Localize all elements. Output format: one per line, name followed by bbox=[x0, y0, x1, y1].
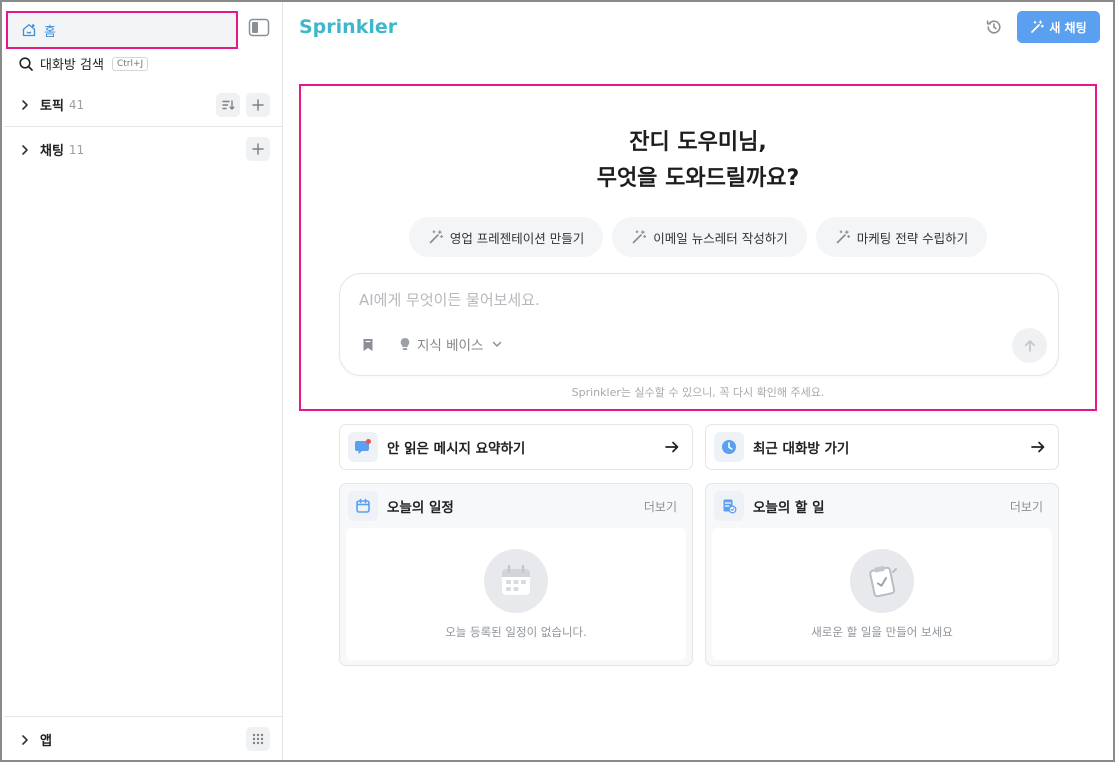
sidebar-section-apps[interactable]: 앱 bbox=[18, 730, 52, 749]
schedule-title: 오늘의 일정 bbox=[387, 500, 454, 516]
new-chat-button[interactable]: 새 채팅 bbox=[1017, 11, 1100, 43]
chats-count: 11 bbox=[68, 142, 85, 157]
lightbulb-icon bbox=[398, 337, 412, 351]
history-icon bbox=[986, 20, 1001, 34]
clock-icon bbox=[714, 432, 744, 462]
recent-rooms-card[interactable]: 최근 대화방 가기 bbox=[705, 424, 1059, 470]
chevron-right-icon bbox=[18, 733, 32, 747]
suggestion-chip-label: 마케팅 전략 수립하기 bbox=[856, 230, 969, 246]
schedule-panel: 오늘의 일정 더보기 오늘 등록된 일정이 없습니다. bbox=[339, 483, 693, 666]
task-list-icon bbox=[714, 491, 744, 521]
schedule-empty-state: 오늘 등록된 일정이 없습니다. bbox=[346, 528, 686, 660]
chevron-down-icon bbox=[491, 338, 503, 350]
clipboard-check-empty-icon bbox=[850, 549, 914, 613]
suggestion-chip[interactable]: 마케팅 전략 수립하기 bbox=[815, 217, 988, 257]
suggestion-chip-label: 영업 프레젠테이션 만들기 bbox=[449, 230, 585, 246]
sidebar-section-topics[interactable]: 토픽 41 bbox=[18, 95, 84, 114]
todo-more-link[interactable]: 더보기 bbox=[1010, 498, 1043, 515]
send-button[interactable] bbox=[1012, 328, 1047, 363]
suggestion-chips: 영업 프레젠테이션 만들기 이메일 뉴스레터 작성하기 마케팅 전략 수립하기 bbox=[301, 217, 1095, 257]
search-shortcut-badge: Ctrl+J bbox=[111, 56, 149, 71]
topics-label: 토픽 bbox=[40, 99, 64, 114]
magic-wand-icon bbox=[428, 229, 444, 245]
apps-label: 앱 bbox=[40, 734, 52, 749]
magic-wand-icon bbox=[631, 229, 647, 245]
suggestion-chip[interactable]: 영업 프레젠테이션 만들기 bbox=[408, 217, 604, 257]
sidebar-divider bbox=[4, 126, 283, 127]
chat-input[interactable] bbox=[359, 291, 999, 309]
sidebar-item-home-label: 홈 bbox=[44, 24, 56, 40]
sidebar-divider bbox=[4, 716, 283, 717]
home-icon bbox=[21, 22, 37, 38]
calendar-empty-icon bbox=[484, 549, 548, 613]
suggestion-chip[interactable]: 이메일 뉴스레터 작성하기 bbox=[612, 217, 807, 257]
sidebar: 홈 대화방 검색 Ctrl+J 토픽 41 채팅 11 앱 bbox=[2, 2, 283, 760]
topics-count: 41 bbox=[68, 97, 85, 112]
schedule-empty-text: 오늘 등록된 일정이 없습니다. bbox=[445, 625, 587, 639]
greeting-line-2: 무엇을 도와드릴까요? bbox=[596, 166, 800, 191]
sidebar-item-home[interactable]: 홈 bbox=[6, 11, 238, 49]
greeting-line-1: 잔디 도우미님, bbox=[629, 130, 767, 155]
sidebar-search[interactable]: 대화방 검색 Ctrl+J bbox=[18, 54, 149, 73]
grid-icon bbox=[252, 733, 264, 745]
knowledge-base-label: 지식 베이스 bbox=[417, 338, 484, 354]
search-icon bbox=[18, 56, 34, 72]
knowledge-base-select[interactable]: 지식 베이스 bbox=[398, 334, 503, 354]
todo-panel: 오늘의 할 일 더보기 새로운 할 일을 만들어 보세요 bbox=[705, 483, 1059, 666]
chat-bubble-icon bbox=[348, 432, 378, 462]
bookmark-button[interactable] bbox=[360, 337, 376, 353]
unread-summary-card[interactable]: 안 읽은 메시지 요약하기 bbox=[339, 424, 693, 470]
schedule-more-link[interactable]: 더보기 bbox=[644, 498, 677, 515]
new-chat-label: 새 채팅 bbox=[1049, 20, 1087, 35]
topics-add-button[interactable] bbox=[246, 93, 270, 117]
apps-grid-button[interactable] bbox=[246, 727, 270, 751]
topics-sort-button[interactable] bbox=[216, 93, 240, 117]
sort-icon bbox=[222, 100, 235, 110]
arrow-right-icon bbox=[664, 439, 680, 455]
todo-empty-text: 새로운 할 일을 만들어 보세요 bbox=[811, 625, 953, 639]
sidebar-collapse-button[interactable] bbox=[248, 18, 270, 38]
chevron-right-icon bbox=[18, 143, 32, 157]
recent-rooms-label: 최근 대화방 가기 bbox=[753, 441, 850, 457]
ai-disclaimer: Sprinkler는 실수할 수 있으니, 꼭 다시 확인해 주세요. bbox=[571, 386, 825, 399]
assistant-hero: 잔디 도우미님, 무엇을 도와드릴까요? 영업 프레젠테이션 만들기 이메일 뉴… bbox=[299, 84, 1097, 411]
brand-title: Sprinkler bbox=[299, 16, 398, 38]
suggestion-chip-label: 이메일 뉴스레터 작성하기 bbox=[653, 230, 788, 246]
chat-composer: 지식 베이스 bbox=[339, 273, 1059, 376]
bookmark-icon bbox=[363, 339, 373, 351]
arrow-up-icon bbox=[1024, 339, 1035, 352]
todo-title: 오늘의 할 일 bbox=[753, 500, 825, 516]
arrow-right-icon bbox=[1030, 439, 1046, 455]
search-label: 대화방 검색 bbox=[40, 58, 104, 73]
magic-wand-icon bbox=[835, 229, 851, 245]
history-button[interactable] bbox=[984, 17, 1004, 37]
todo-empty-state: 새로운 할 일을 만들어 보세요 bbox=[712, 528, 1052, 660]
main-area: Sprinkler 새 채팅 잔디 도우미님, 무엇을 도와드릴까요? 영업 프… bbox=[283, 2, 1113, 760]
plus-icon bbox=[252, 99, 264, 111]
unread-summary-label: 안 읽은 메시지 요약하기 bbox=[387, 441, 526, 457]
chevron-right-icon bbox=[18, 98, 32, 112]
plus-icon bbox=[252, 143, 264, 155]
calendar-icon bbox=[348, 491, 378, 521]
schedule-panel-header: 오늘의 일정 bbox=[348, 491, 454, 521]
magic-wand-icon bbox=[1030, 20, 1045, 34]
sidebar-section-chats[interactable]: 채팅 11 bbox=[18, 140, 84, 159]
chats-label: 채팅 bbox=[40, 144, 64, 159]
todo-panel-header: 오늘의 할 일 bbox=[714, 491, 825, 521]
chats-add-button[interactable] bbox=[246, 137, 270, 161]
